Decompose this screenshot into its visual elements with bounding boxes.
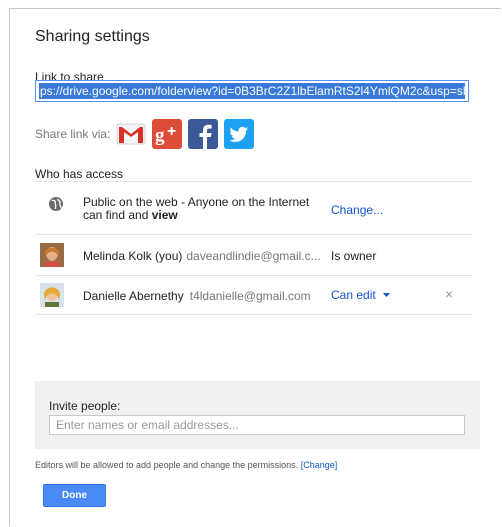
permission-dropdown-label: Can edit [331,288,376,302]
caret-down-icon [383,293,391,298]
editor-email: t4ldanielle@gmail.com [189,289,311,303]
change-visibility-link[interactable]: Change... [331,203,383,217]
dialog-title: Sharing settings [35,28,150,45]
who-has-access-label: Who has access [35,167,124,181]
done-button[interactable]: Done [43,484,106,507]
share-link-field[interactable]: ps://drive.google.com/folderview?id=0B3B… [35,80,469,102]
facebook-icon[interactable] [188,119,219,149]
owner-permission: Is owner [331,249,377,263]
owner-name: Melinda Kolk (you) [83,249,183,263]
invite-input[interactable] [49,415,465,435]
public-access-line2-prefix: can find and [83,208,152,222]
editor-name: Danielle Abernethy [83,289,184,303]
avatar [40,283,64,307]
google-plus-icon[interactable]: g + [152,119,183,149]
twitter-icon[interactable] [224,119,255,149]
gmail-icon[interactable] [116,119,146,149]
access-row-editor: Danielle Abernethy t4ldanielle@gmail.com … [35,276,472,315]
public-access-line1: Public on the web - Anyone on the Intern… [83,195,310,209]
permission-dropdown[interactable]: Can edit [331,288,391,302]
access-row-owner: Melinda Kolk (you) daveandlindie@gmail.c.… [35,235,472,276]
public-access-line2-bold: view [151,208,178,222]
footnote-text: Editors will be allowed to add people an… [35,460,299,470]
editor-identity: Danielle Abernethy t4ldanielle@gmail.com [83,289,311,303]
svg-text:+: + [167,123,176,140]
change-permissions-link[interactable]: [Change] [301,460,338,470]
access-row-public: Public on the web - Anyone on the Intern… [35,182,472,235]
share-link-url: ps://drive.google.com/folderview?id=0B3B… [39,83,465,99]
editors-footnote: Editors will be allowed to add people an… [35,460,337,470]
avatar [40,243,64,267]
invite-panel: Invite people: [35,381,480,449]
share-via-row: Share link via: g + [35,118,260,150]
invite-label: Invite people: [49,399,121,413]
svg-text:g: g [155,125,165,146]
owner-identity: Melinda Kolk (you) daveandlindie@gmail.c.… [83,249,321,263]
share-via-label: Share link via: [35,127,111,141]
remove-user-button[interactable]: × [445,286,453,302]
public-access-description: Public on the web - Anyone on the Intern… [83,196,309,222]
owner-email: daveandlindie@gmail.c... [186,249,321,263]
globe-icon [49,197,63,211]
